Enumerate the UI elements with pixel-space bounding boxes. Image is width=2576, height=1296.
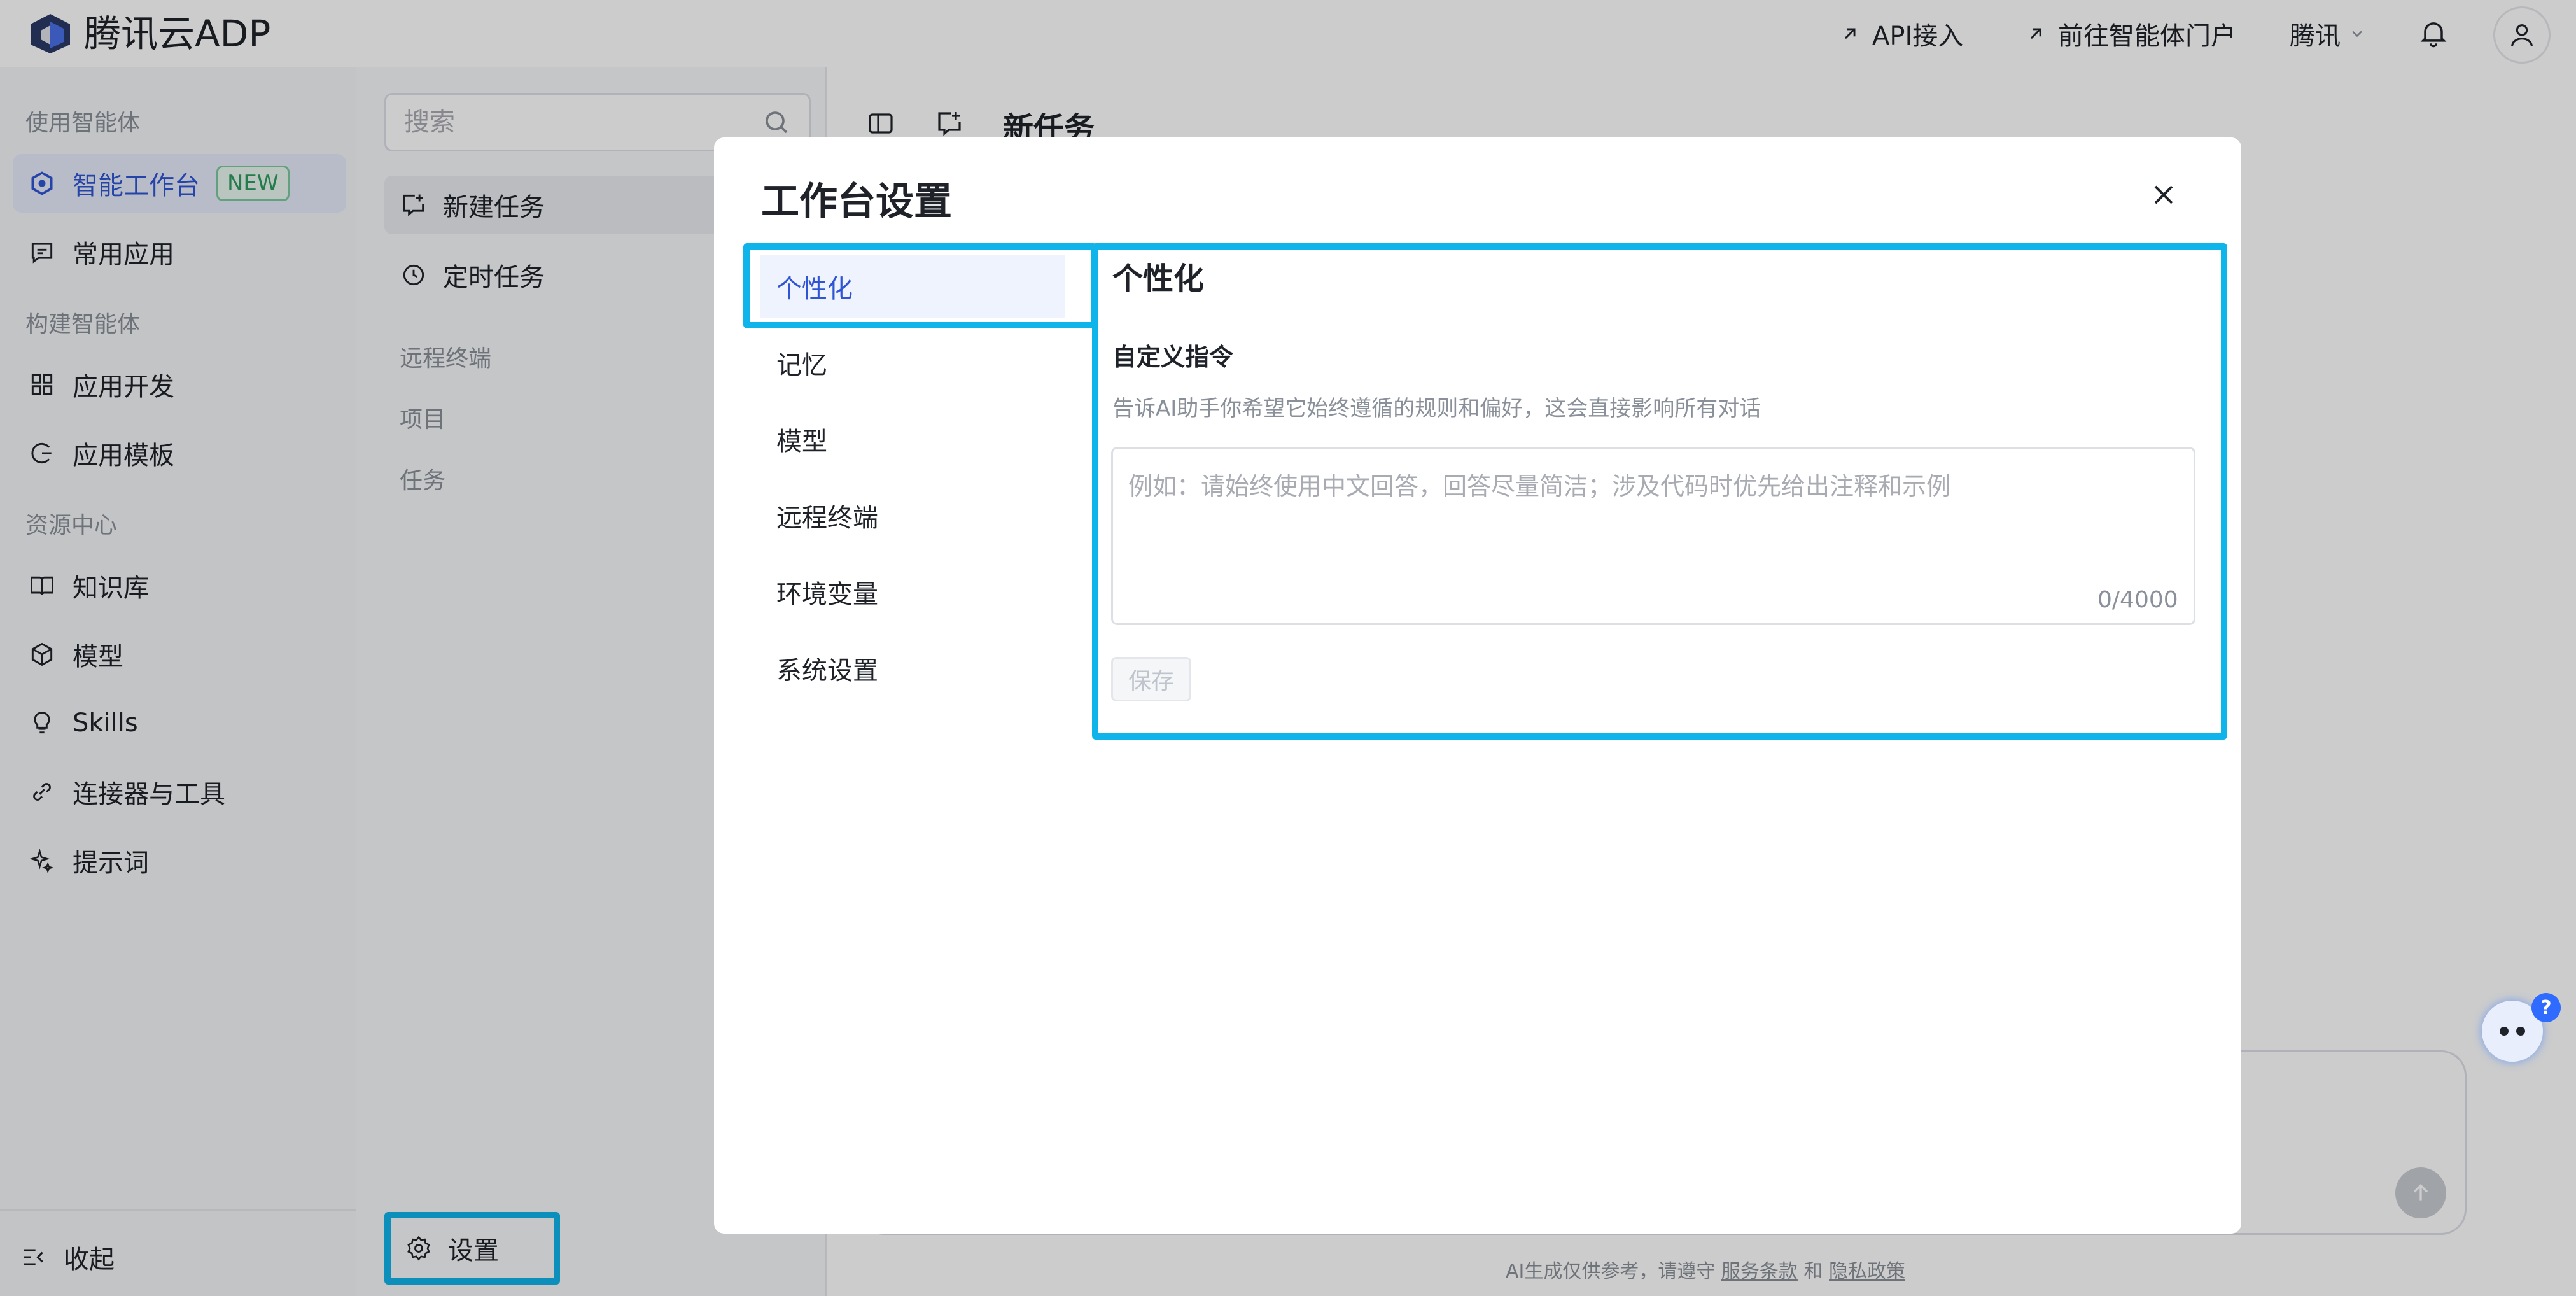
character-counter: 0/4000	[2097, 587, 2178, 613]
custom-instructions-description: 告诉AI助手你希望它始终遵循的规则和偏好，这会直接影响所有对话	[1112, 396, 1761, 421]
close-icon[interactable]	[2147, 178, 2180, 211]
tab-env-vars[interactable]: 环境变量	[760, 560, 1065, 624]
tab-memory[interactable]: 记忆	[760, 331, 1065, 395]
bot-eye-icon	[2500, 1027, 2509, 1036]
custom-instructions-field[interactable]	[1111, 447, 2195, 625]
bot-eye-icon	[2516, 1027, 2525, 1036]
tab-remote-terminal[interactable]: 远程终端	[760, 484, 1065, 547]
save-button[interactable]: 保存	[1111, 657, 1191, 701]
tab-system-settings[interactable]: 系统设置	[760, 637, 1065, 700]
help-badge[interactable]: ?	[2531, 993, 2561, 1022]
modal-title: 工作台设置	[761, 180, 952, 224]
active-tab-highlight	[743, 243, 1097, 328]
custom-instructions-label: 自定义指令	[1112, 343, 1234, 371]
tab-model[interactable]: 模型	[760, 407, 1065, 471]
custom-instructions-textarea[interactable]	[1128, 467, 2178, 581]
panel-title: 个性化	[1112, 261, 1205, 297]
